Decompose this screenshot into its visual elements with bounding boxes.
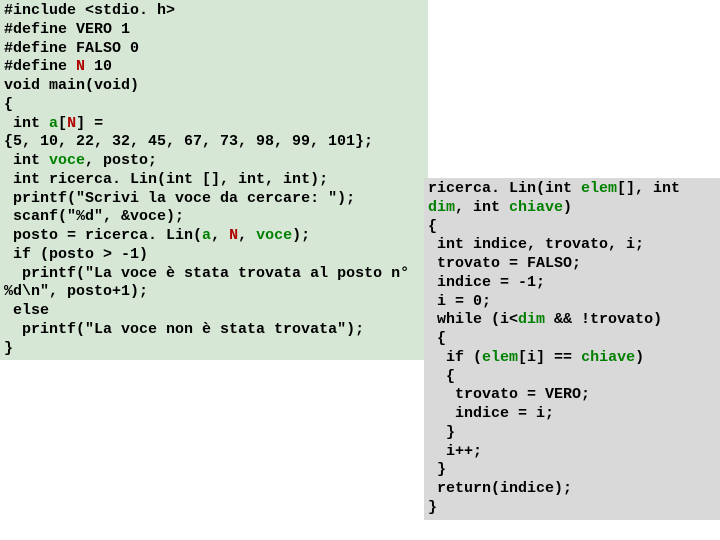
code-token: );	[292, 227, 310, 244]
code-line: return(indice);	[428, 480, 572, 497]
code-token: if (	[428, 349, 482, 366]
code-token: 10	[85, 58, 112, 75]
var-voce: voce	[49, 152, 85, 169]
code-line: }	[428, 499, 437, 516]
code-line: indice = -1;	[428, 274, 545, 291]
code-token: )	[563, 199, 572, 216]
code-main: #include <stdio. h> #define VERO 1 #defi…	[0, 0, 428, 360]
code-line: i = 0;	[428, 293, 491, 310]
code-line: printf("La voce non è stata trovata");	[4, 321, 364, 338]
code-token: && !trovato)	[545, 311, 662, 328]
code-line: int indice, trovato, i;	[428, 236, 644, 253]
code-token: [], int	[617, 180, 689, 197]
var-voce: voce	[256, 227, 292, 244]
code-token: while (i<	[428, 311, 518, 328]
code-line: if (posto > -1)	[4, 246, 148, 263]
code-token: [i] ==	[518, 349, 581, 366]
macro-n: N	[76, 58, 85, 75]
code-line: }	[428, 424, 455, 441]
code-line: scanf("%d", &voce);	[4, 208, 184, 225]
code-line: }	[428, 461, 446, 478]
code-token: ,	[238, 227, 256, 244]
code-token: , int	[455, 199, 509, 216]
code-function: ricerca. Lin(int elem[], int dim, int ch…	[424, 178, 720, 520]
code-line: #define FALSO 0	[4, 40, 139, 57]
param-elem: elem	[581, 180, 617, 197]
code-line: {5, 10, 22, 32, 45, 67, 73, 98, 99, 101}…	[4, 133, 373, 150]
code-line: #define VERO 1	[4, 21, 130, 38]
code-token: int	[4, 152, 49, 169]
code-token: , posto;	[85, 152, 157, 169]
param-dim: dim	[518, 311, 545, 328]
code-token: [	[58, 115, 67, 132]
code-line: }	[4, 340, 13, 357]
var-a: a	[202, 227, 211, 244]
code-line: {	[428, 330, 446, 347]
code-token: ricerca. Lin(int	[428, 180, 581, 197]
code-line: {	[4, 96, 13, 113]
code-line: printf("Scrivi la voce da cercare: ");	[4, 190, 355, 207]
macro-n: N	[67, 115, 76, 132]
code-token: #define	[4, 58, 76, 75]
code-line: void main(void)	[4, 77, 139, 94]
code-token: posto = ricerca. Lin(	[4, 227, 202, 244]
code-line: int ricerca. Lin(int [], int, int);	[4, 171, 328, 188]
macro-n: N	[229, 227, 238, 244]
code-line: trovato = VERO;	[428, 386, 590, 403]
param-dim: dim	[428, 199, 455, 216]
code-line: trovato = FALSO;	[428, 255, 581, 272]
code-token: int	[4, 115, 49, 132]
code-line: printf("La voce è stata trovata al posto…	[4, 265, 418, 301]
code-line: {	[428, 368, 455, 385]
code-line: indice = i;	[428, 405, 554, 422]
code-line: {	[428, 218, 437, 235]
param-chiave: chiave	[509, 199, 563, 216]
code-token: )	[635, 349, 644, 366]
code-line: else	[4, 302, 49, 319]
var-a: a	[49, 115, 58, 132]
param-elem: elem	[482, 349, 518, 366]
code-token: ,	[211, 227, 229, 244]
code-line: i++;	[428, 443, 482, 460]
param-chiave: chiave	[581, 349, 635, 366]
code-token: ] =	[76, 115, 103, 132]
code-line: #include <stdio. h>	[4, 2, 175, 19]
